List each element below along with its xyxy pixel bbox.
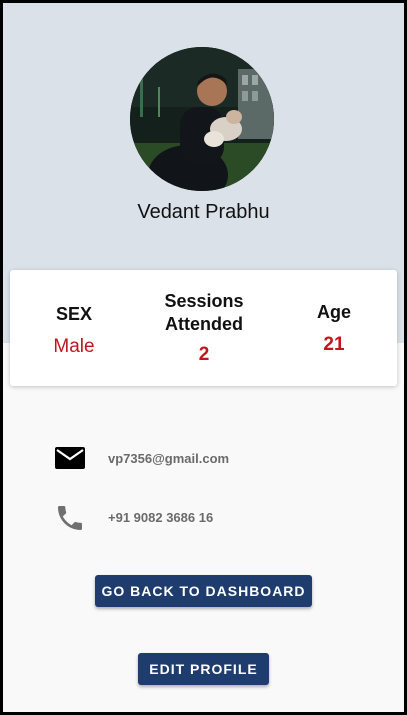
edit-profile-button[interactable]: EDIT PROFILE (138, 653, 269, 685)
stat-sex: SEX Male (32, 303, 116, 358)
avatar (130, 47, 274, 191)
sessions-value: 2 (198, 344, 210, 365)
sessions-label-line1: Sessions (164, 291, 244, 311)
sex-label: SEX (55, 304, 93, 324)
sessions-label-line2: Attended (165, 314, 243, 334)
go-back-to-dashboard-button[interactable]: GO BACK TO DASHBOARD (95, 575, 312, 607)
stat-age: Age 21 (292, 301, 376, 356)
phone-icon (53, 502, 87, 534)
age-label: Age (316, 302, 351, 322)
phone-text: +91 9082 3686 16 (108, 510, 214, 525)
profile-screen: Vedant Prabhu SEX Male Sessions Attended… (3, 3, 404, 712)
sex-value: Male (53, 336, 95, 357)
profile-name: Vedant Prabhu (137, 201, 270, 223)
stat-sessions: Sessions Attended 2 (144, 290, 264, 366)
stats-card: SEX Male Sessions Attended 2 Age 21 (10, 270, 397, 386)
age-value: 21 (323, 334, 345, 355)
phone-row: +91 9082 3686 16 (3, 502, 404, 534)
email-text: vp7356@gmail.com (108, 451, 230, 466)
email-row: vp7356@gmail.com (3, 443, 404, 475)
mail-icon (53, 443, 87, 475)
